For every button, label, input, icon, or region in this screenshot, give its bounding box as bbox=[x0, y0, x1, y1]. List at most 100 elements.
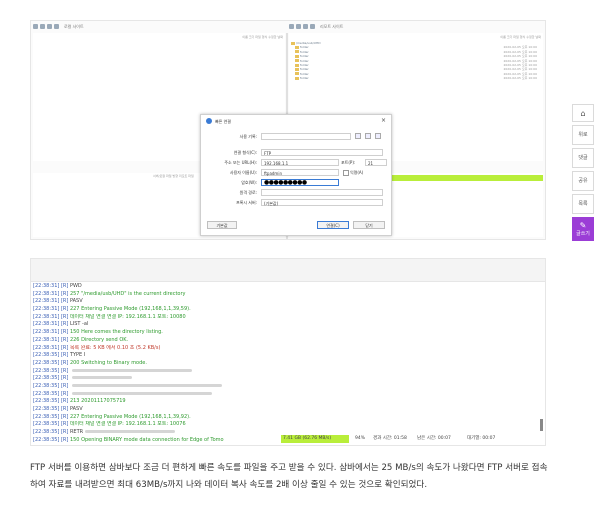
log-direction: [R] bbox=[60, 436, 69, 443]
log-time: [22:38:35] bbox=[33, 352, 60, 359]
refresh-icon[interactable] bbox=[47, 24, 52, 29]
port-input[interactable]: 21 bbox=[365, 159, 387, 166]
folder-icon bbox=[291, 41, 295, 45]
disconnect-icon[interactable] bbox=[40, 24, 45, 29]
log-time: [22:38:31] bbox=[33, 306, 60, 313]
home-icon[interactable] bbox=[310, 24, 315, 29]
log-line: [22:38:31] [R] PASV bbox=[33, 298, 533, 306]
remote-folder-item[interactable]: folder bbox=[295, 54, 309, 58]
remote-file-date: 2020-02-05 오후 10:00 bbox=[503, 54, 537, 59]
conn-type-select[interactable]: FTP bbox=[261, 149, 383, 156]
home-icon[interactable] bbox=[54, 24, 59, 29]
delete-icon[interactable] bbox=[375, 133, 381, 139]
remote-folder-item[interactable]: folder bbox=[295, 45, 309, 49]
write-button[interactable]: ✎ 글쓰기 bbox=[572, 217, 594, 241]
save-icon[interactable] bbox=[355, 133, 361, 139]
folder-icon bbox=[295, 76, 299, 80]
log-direction: [R] bbox=[60, 382, 69, 389]
folder-name: folder bbox=[300, 45, 309, 50]
redacted-text bbox=[71, 376, 132, 380]
log-line: [22:38:35] [R] bbox=[33, 383, 533, 391]
log-line: [22:38:31] [R] 150 Here comes the direct… bbox=[33, 329, 533, 337]
folder-name: folder bbox=[300, 54, 309, 59]
article-paragraph: FTP 서버를 이용하면 삼바보다 조금 더 편하게 빠른 속도를 파일을 주고… bbox=[30, 463, 548, 490]
remote-site-title: 리모트 사이트 bbox=[320, 23, 344, 29]
log-time: [22:38:35] bbox=[33, 375, 60, 382]
default-button[interactable]: 기본값 bbox=[207, 221, 237, 229]
log-scrollbar[interactable] bbox=[540, 419, 543, 431]
address-input[interactable]: 192.168.1.1 bbox=[261, 159, 339, 166]
folder-name: folder bbox=[300, 67, 309, 72]
remote-folder-item[interactable]: folder bbox=[295, 59, 309, 63]
log-time: [22:38:35] bbox=[33, 390, 60, 397]
log-line: [22:38:31] [R] 226 Directory send OK. bbox=[33, 337, 533, 345]
home-icon[interactable]: ⌂ bbox=[572, 104, 594, 122]
list-button[interactable]: 목록 bbox=[572, 194, 594, 214]
remote-folder-item[interactable]: folder bbox=[295, 63, 309, 67]
log-line: [22:38:31] [R] 목록 완료: 5 KB 에서 0.10 초 (5.… bbox=[33, 345, 533, 353]
log-time: [22:38:31] bbox=[33, 298, 60, 305]
log-text: 150 Opening BINARY mode data connection … bbox=[69, 436, 224, 443]
remote-folder-item[interactable]: folder bbox=[295, 72, 309, 76]
log-direction: [R] bbox=[60, 359, 69, 366]
write-label: 글쓰기 bbox=[576, 231, 590, 237]
transfer-progress-bar bbox=[369, 175, 543, 181]
log-direction: [R] bbox=[60, 321, 69, 328]
remote-file-date: 2020-02-05 오후 10:00 bbox=[503, 58, 537, 63]
redacted-text bbox=[71, 368, 192, 372]
comment-button[interactable]: 댓글 bbox=[572, 148, 594, 168]
log-line: [22:38:35] [R] bbox=[33, 368, 533, 376]
user-input[interactable]: ftpadmin bbox=[261, 169, 339, 176]
checkbox-box[interactable] bbox=[343, 170, 349, 176]
dialog-title: 빠른 연결 bbox=[215, 119, 231, 124]
history-select[interactable] bbox=[261, 133, 351, 140]
disconnect-icon[interactable] bbox=[296, 24, 301, 29]
connect-button[interactable]: 연결(C) bbox=[317, 221, 349, 229]
password-input[interactable]: ●●●●●●●●● bbox=[261, 179, 339, 186]
remote-file-date: 2020-02-05 오후 10:00 bbox=[503, 67, 537, 72]
log-direction: [R] bbox=[60, 336, 69, 343]
proxy-label: 프록시 서버: bbox=[235, 200, 257, 205]
port-label: 포트(P): bbox=[341, 160, 356, 165]
share-button[interactable]: 공유 bbox=[572, 171, 594, 191]
log-line: [22:38:31] [R] PWD bbox=[33, 283, 533, 291]
log-text: 257 "/media/usb/UHD" is the current dire… bbox=[69, 290, 186, 297]
log-header-area bbox=[31, 259, 545, 282]
log-time: [22:38:31] bbox=[33, 336, 60, 343]
log-text: PASV bbox=[69, 298, 83, 305]
remote-path-item[interactable]: /media/usb/UHD bbox=[291, 41, 321, 45]
log-line: [22:38:35] [R] 데이터 채널 연결 연결 IP: 192.168.… bbox=[33, 421, 533, 429]
up-button[interactable]: 위로 bbox=[572, 125, 594, 145]
elapsed-time: 경과 시간: 01:58 bbox=[373, 436, 407, 441]
remote-path-input[interactable] bbox=[261, 189, 383, 196]
log-text: 226 Directory send OK. bbox=[69, 336, 129, 343]
folder-name: folder bbox=[300, 71, 309, 76]
remote-folder-item[interactable]: folder bbox=[295, 67, 309, 71]
log-output[interactable]: [22:38:31] [R] PWD [22:38:31] [R] 257 "/m… bbox=[33, 283, 533, 444]
log-line: [22:38:35] [R] 227 Entering Passive Mode… bbox=[33, 414, 533, 422]
log-direction: [R] bbox=[60, 406, 69, 412]
close-button[interactable]: 닫기 bbox=[353, 221, 385, 229]
log-direction: [R] bbox=[60, 313, 69, 320]
edit-icon[interactable] bbox=[365, 133, 371, 139]
proxy-select[interactable]: (기본값) bbox=[261, 199, 383, 206]
log-line: [22:38:35] [R] 213 20201117075719 bbox=[33, 398, 533, 406]
password-row: 암호(W): ●●●●●●●●● bbox=[201, 179, 391, 187]
log-time: [22:38:35] bbox=[33, 429, 60, 436]
connect-icon[interactable] bbox=[289, 24, 294, 29]
log-time: [22:38:31] bbox=[33, 313, 60, 320]
close-icon[interactable]: × bbox=[381, 117, 386, 124]
transfer-percent: 94% bbox=[355, 436, 366, 441]
remote-file-date: 2020-02-05 오후 10:00 bbox=[503, 76, 537, 81]
log-text: 데이터 채널 연결 연결 IP: 192.168.1.1 포트: 10080 bbox=[69, 313, 186, 320]
remote-folder-item[interactable]: folder bbox=[295, 50, 309, 54]
remote-folder-item[interactable]: folder bbox=[295, 76, 309, 80]
log-line: [22:38:35] [R] PASV bbox=[33, 406, 533, 414]
log-line: [22:38:31] [R] 257 "/media/usb/UHD" is t… bbox=[33, 291, 533, 299]
refresh-icon[interactable] bbox=[303, 24, 308, 29]
log-text: 150 Here comes the directory listing. bbox=[69, 329, 163, 336]
remote-path-row: 원격 경로: bbox=[201, 189, 391, 197]
connect-icon[interactable] bbox=[33, 24, 38, 29]
log-direction: [R] bbox=[60, 344, 69, 351]
anonymous-checkbox[interactable]: 익명(A) bbox=[343, 170, 363, 176]
